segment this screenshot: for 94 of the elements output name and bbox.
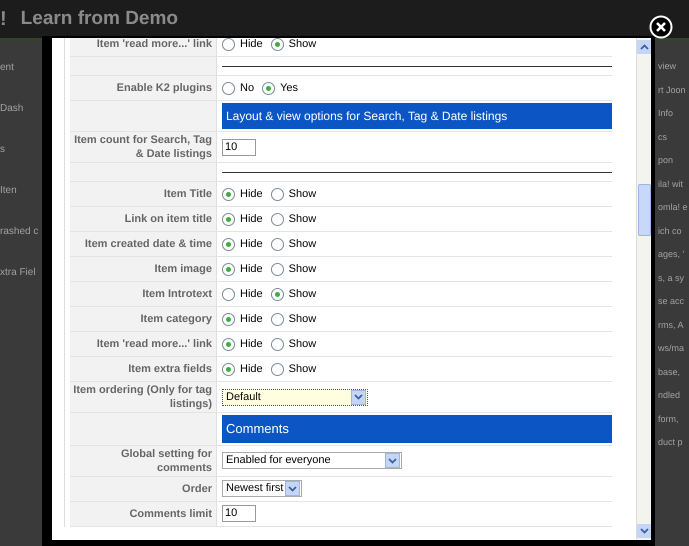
option-label: Hide	[240, 362, 263, 377]
option-label: Show	[288, 262, 316, 277]
background-text: pon	[658, 154, 674, 167]
field-label: Item extra fields	[70, 357, 217, 381]
option-label: Hide	[240, 38, 263, 52]
background-text: Dash	[0, 102, 24, 116]
scrollbar[interactable]	[636, 38, 651, 540]
field-label: Link on item title	[70, 207, 217, 231]
dropdown-caret-icon	[385, 453, 400, 468]
background-text: ages, '	[658, 248, 686, 261]
background-text: view	[658, 60, 678, 73]
radio-button[interactable]	[222, 338, 235, 350]
site-title: Learn from Demo	[20, 6, 178, 31]
background-text: ws/ma	[658, 342, 686, 355]
option-label: Show	[288, 312, 316, 327]
radio-button[interactable]	[222, 362, 235, 376]
field-label: Order	[70, 476, 217, 500]
background-text: xtra Fiel	[0, 266, 37, 280]
field-label: Item Title	[70, 182, 217, 206]
background-text: omla! e	[658, 201, 689, 214]
radio-button[interactable]	[270, 288, 284, 300]
radio-button[interactable]	[270, 38, 284, 50]
radio-button[interactable]	[222, 38, 235, 50]
option-label: Show	[288, 236, 316, 252]
background-text: cs	[658, 130, 668, 144]
background-text: rt Joon	[658, 84, 687, 96]
radio-button[interactable]	[222, 312, 235, 326]
dropdown-caret-icon	[285, 481, 300, 496]
radio-button[interactable]	[270, 238, 284, 250]
dropdown[interactable]: Newest first	[222, 480, 302, 497]
radio-button[interactable]	[222, 188, 235, 200]
background-text: s	[0, 143, 6, 157]
background-text: ent	[0, 61, 15, 75]
option-label: Hide	[240, 236, 263, 252]
dropdown[interactable]: Default	[222, 388, 368, 406]
option-label: Show	[288, 362, 316, 377]
option-label: Yes	[280, 80, 298, 96]
option-label: Hide	[240, 212, 263, 227]
field-label: Item category	[70, 307, 217, 331]
background-text: ndled	[658, 389, 682, 402]
background-text: duct p	[658, 436, 684, 449]
field-label: Item image	[70, 257, 217, 281]
dropdown[interactable]: Enabled for everyone	[222, 452, 402, 469]
option-label: Show	[288, 212, 316, 227]
field-label: Item created date & time	[70, 232, 217, 256]
option-label: Show	[288, 336, 316, 352]
option-label: Hide	[240, 286, 263, 302]
number-input[interactable]: 10	[222, 505, 256, 522]
radio-button[interactable]	[222, 212, 235, 226]
field-label: Global setting for comments	[70, 446, 217, 476]
background-text: ila! wit	[658, 178, 684, 190]
radio-button[interactable]	[270, 312, 284, 326]
radio-button[interactable]	[222, 288, 235, 300]
dropdown-caret-icon	[351, 390, 366, 404]
field-label: Comments limit	[70, 502, 217, 526]
option-label: Show	[288, 186, 316, 202]
background-text: s, a sy	[658, 272, 686, 285]
background-text: rms, A	[658, 318, 685, 332]
scroll-up-icon[interactable]	[637, 40, 651, 54]
field-label: Item count for Search, Tag & Date listings	[70, 132, 217, 162]
background-text: se acc	[658, 295, 686, 308]
field-label: Enable K2 plugins	[70, 76, 217, 100]
background-text: Info	[658, 107, 674, 120]
background-text: form,	[658, 412, 680, 426]
field-label: Item ordering (Only for tag listings)	[70, 382, 217, 412]
radio-button[interactable]	[262, 82, 276, 94]
background-text: Iten	[0, 184, 18, 198]
field-label: Item 'read more...' link	[70, 332, 217, 356]
option-label: Hide	[240, 262, 263, 277]
background-text: rashed c	[0, 225, 40, 239]
section-heading: Layout & view options for Search, Tag & Date listings	[222, 103, 612, 129]
radio-button[interactable]	[222, 238, 235, 250]
field-label: Item Introtext	[70, 282, 217, 306]
number-input[interactable]: 10	[222, 138, 256, 156]
radio-button[interactable]	[270, 362, 284, 376]
background-text: base,	[658, 366, 682, 378]
radio-button[interactable]	[222, 82, 235, 94]
logo-fragment: !	[0, 7, 7, 32]
radio-button[interactable]	[222, 262, 235, 276]
radio-button[interactable]	[270, 188, 284, 200]
radio-button[interactable]	[270, 262, 284, 276]
scroll-down-icon[interactable]	[637, 524, 651, 538]
section-heading: Comments	[222, 415, 612, 442]
field-label: Item 'read more...' link	[70, 38, 217, 56]
background-text: ich co	[658, 224, 683, 238]
option-label: Hide	[240, 186, 263, 202]
option-label: Hide	[240, 312, 263, 327]
radio-button[interactable]	[270, 338, 284, 350]
option-label: Show	[288, 38, 316, 52]
radio-button[interactable]	[270, 212, 284, 226]
scroll-thumb[interactable]	[638, 184, 650, 236]
option-label: Hide	[240, 336, 263, 352]
option-label: No	[240, 80, 254, 96]
option-label: Show	[288, 286, 316, 302]
